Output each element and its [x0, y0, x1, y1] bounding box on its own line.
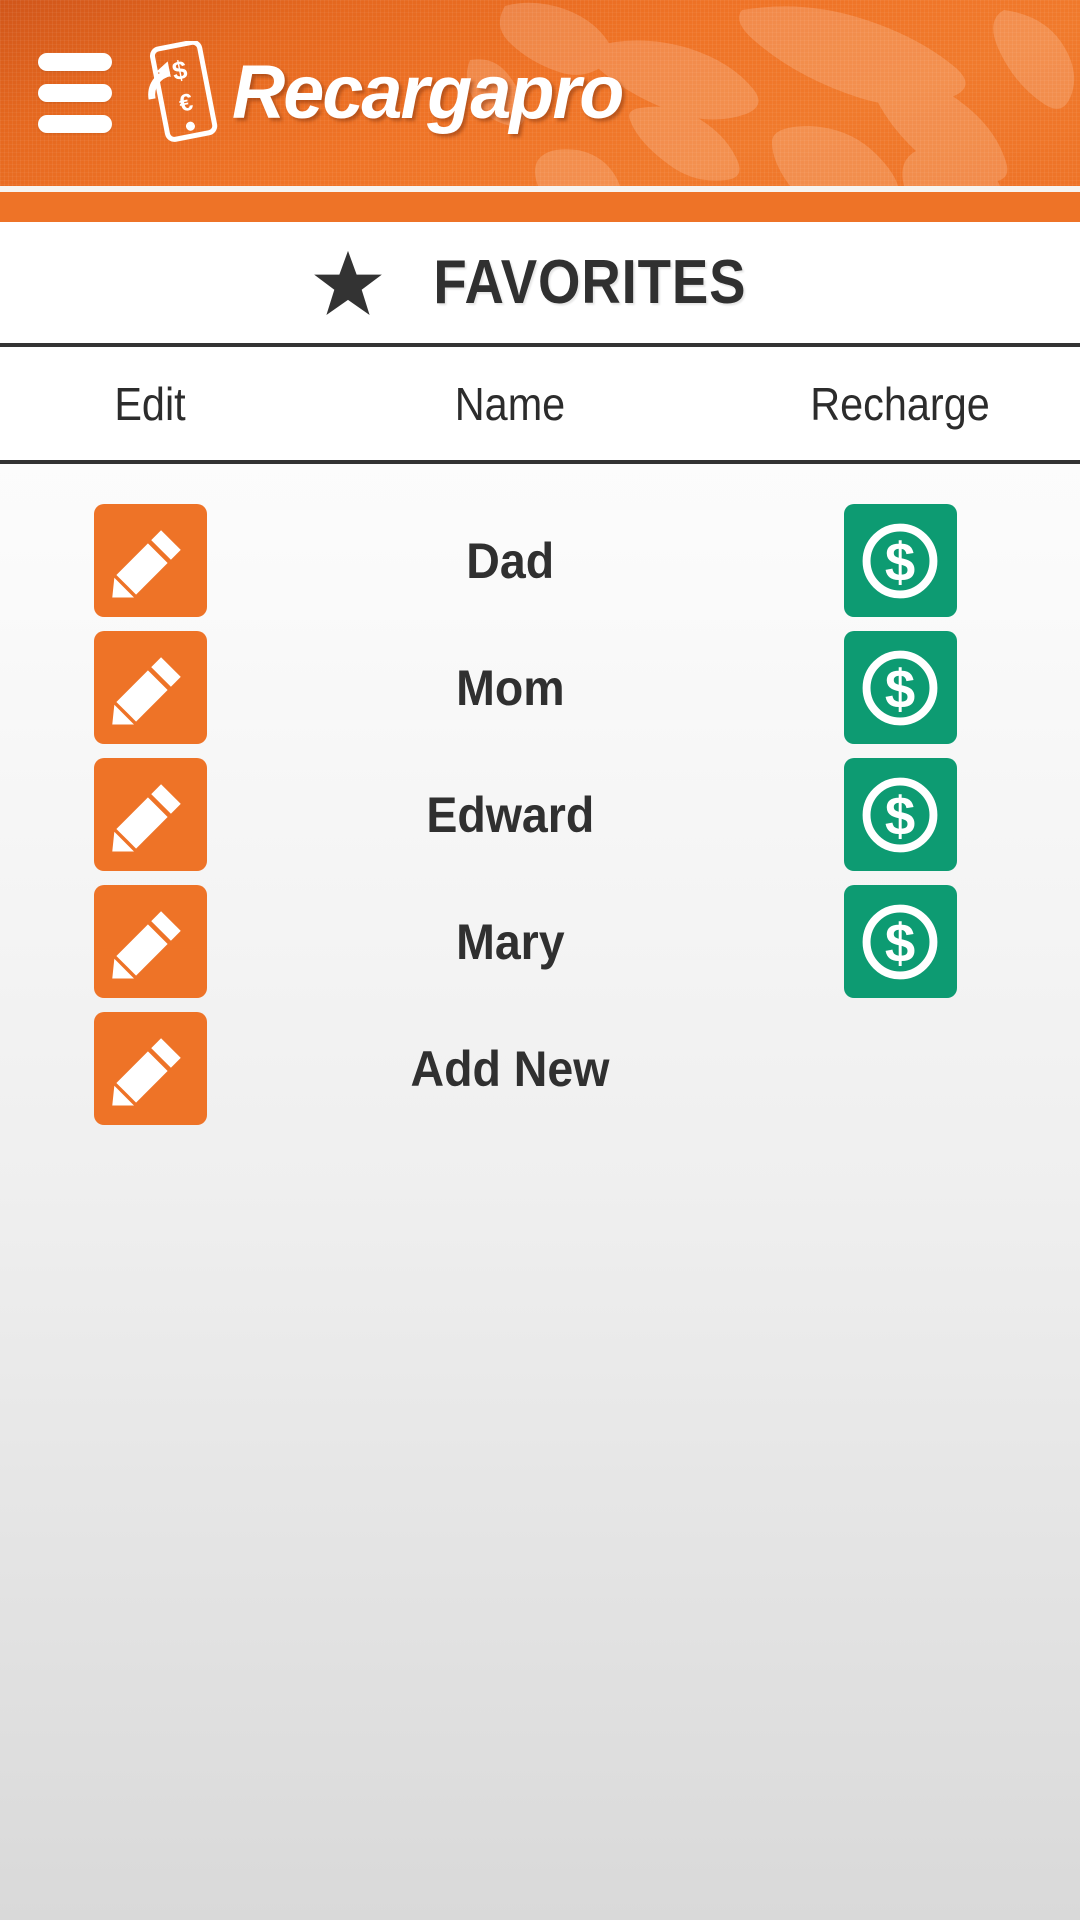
name-cell: Mom [300, 663, 720, 713]
column-header-name: Name [454, 377, 566, 430]
name-cell: Add New [300, 1044, 720, 1094]
svg-text:$: $ [885, 659, 915, 720]
name-cell: Dad [300, 536, 720, 586]
name-cell: Edward [300, 790, 720, 840]
hamburger-menu-icon[interactable] [38, 53, 118, 133]
pencil-icon [112, 529, 181, 597]
favorites-list: Dad $ Mom $ Edward $ Mary $ Add New [0, 464, 1080, 1132]
page-title-bar: FAVORITES [0, 222, 1080, 347]
app-header: $ € Recargapro [0, 0, 1080, 186]
contact-name: Mom [455, 659, 565, 716]
table-row: Mary $ [0, 878, 1080, 1005]
table-row: Mom $ [0, 624, 1080, 751]
table-row: Dad $ [0, 497, 1080, 624]
edit-button[interactable] [93, 1012, 207, 1125]
contact-name: Mary [455, 913, 565, 970]
recharge-placeholder [844, 1012, 957, 1125]
orange-divider-stripe [0, 192, 1080, 222]
dollar-circle-icon: $ [862, 523, 938, 598]
edit-cell [0, 504, 300, 617]
svg-text:$: $ [885, 532, 915, 593]
edit-cell [0, 885, 300, 998]
edit-button[interactable] [93, 885, 207, 998]
recargapro-phone-money-logo: $ € [148, 41, 218, 142]
recharge-button[interactable]: $ [843, 504, 957, 617]
column-header-recharge: Recharge [810, 377, 990, 430]
pencil-icon [112, 1037, 181, 1105]
contact-name: Edward [426, 786, 594, 843]
edit-button[interactable] [93, 631, 207, 744]
table-column-header: Edit Name Recharge [0, 347, 1080, 464]
column-header-edit: Edit [114, 377, 186, 430]
star-icon [314, 250, 382, 315]
svg-text:$: $ [885, 786, 915, 847]
pencil-icon [112, 910, 181, 978]
dollar-circle-icon: $ [862, 650, 938, 725]
dollar-circle-icon: $ [862, 904, 938, 979]
edit-button[interactable] [93, 758, 207, 871]
recharge-button[interactable]: $ [843, 758, 957, 871]
name-cell: Mary [300, 917, 720, 967]
edit-button[interactable] [93, 504, 207, 617]
svg-text:€: € [177, 89, 195, 118]
recharge-cell: $ [720, 504, 1080, 617]
brand-name: Recargapro [232, 50, 624, 135]
recharge-cell: $ [720, 631, 1080, 744]
recharge-cell [720, 1012, 1080, 1125]
table-row: Add New [0, 1005, 1080, 1132]
edit-cell [0, 758, 300, 871]
pencil-icon [112, 783, 181, 851]
contact-name: Dad [466, 532, 554, 589]
page-title: FAVORITES [433, 247, 747, 317]
pencil-icon [112, 656, 181, 724]
recharge-cell: $ [720, 885, 1080, 998]
dollar-circle-icon: $ [862, 777, 938, 852]
recharge-button[interactable]: $ [843, 631, 957, 744]
edit-cell [0, 1012, 300, 1125]
contact-name: Add New [410, 1040, 610, 1097]
app-screen: $ € Recargapro FAVORITES Edit Name Recha… [0, 0, 1080, 1920]
table-row: Edward $ [0, 751, 1080, 878]
svg-text:$: $ [885, 913, 915, 974]
edit-cell [0, 631, 300, 744]
recharge-button[interactable]: $ [843, 885, 957, 998]
svg-text:$: $ [170, 54, 190, 86]
recharge-cell: $ [720, 758, 1080, 871]
